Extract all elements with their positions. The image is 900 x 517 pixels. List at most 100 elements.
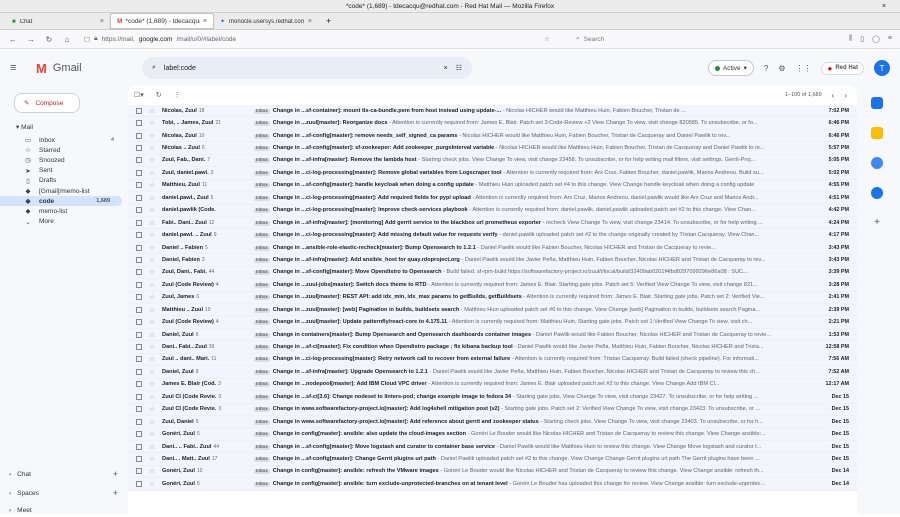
star-icon[interactable]: ☆	[142, 244, 162, 252]
tasks-icon[interactable]	[871, 157, 883, 169]
star-icon[interactable]: ☆	[142, 256, 162, 264]
email-row[interactable]: ☆ Daniel .. Fabien 5 Inbox Change in ...an…	[128, 241, 857, 255]
star-icon[interactable]: ☆	[142, 306, 162, 314]
bookmark-star-icon[interactable]: ☆	[544, 35, 550, 43]
star-icon[interactable]: ☆	[142, 480, 162, 488]
email-row[interactable]: ☆ Gonéri, Zuul 10 Inbox Change in config[m…	[128, 465, 857, 479]
sidebar-item-sent[interactable]: ➤ Sent	[0, 166, 126, 176]
email-row[interactable]: ☆ Dani.. Fabi.. Zuul 39 Inbox Change in ..…	[128, 341, 857, 354]
sidebar-item-gmail-memo-list[interactable]: ◆ [Gmail]/memo-list	[0, 186, 126, 196]
close-tab-icon[interactable]: ×	[308, 18, 312, 25]
star-icon[interactable]: ☆	[142, 430, 162, 438]
home-icon[interactable]: ⌂	[62, 35, 72, 44]
meet-section[interactable]: › Meet	[0, 503, 126, 517]
compose-button[interactable]: ✎ Compose	[14, 93, 80, 113]
email-row[interactable]: ☆ Dani.. .. Fabi.. Zuul 44 Inbox Change in…	[128, 440, 857, 454]
email-row[interactable]: ☆ daniel.pawlik (Code. Inbox Change in ..…	[128, 204, 857, 217]
email-row[interactable]: ☆ Matthieu .. Zuul 10 Inbox Change in ...z…	[128, 304, 857, 317]
email-row[interactable]: ☆ Zuul (Code Review) 4 Inbox Change in ...…	[128, 279, 857, 292]
help-icon[interactable]: ?	[764, 64, 768, 73]
browser-search-field[interactable]: ⌕ Search	[576, 33, 786, 46]
settings-gear-icon[interactable]: ⚙	[778, 64, 785, 73]
clear-search-icon[interactable]: ×	[444, 65, 448, 72]
star-icon[interactable]: ☆	[142, 169, 162, 177]
email-row[interactable]: ☆ Gonéri, Zuul 5 Inbox Change in config[ma…	[128, 428, 857, 441]
add-chat-icon[interactable]: +	[113, 469, 118, 479]
sidebar-item-starred[interactable]: ☆ Starred	[0, 145, 126, 155]
star-icon[interactable]: ☆	[142, 206, 162, 214]
star-icon[interactable]: ☆	[142, 144, 162, 152]
star-icon[interactable]: ☆	[142, 418, 162, 426]
star-icon[interactable]: ☆	[142, 119, 162, 127]
star-icon[interactable]: ☆	[142, 467, 162, 475]
prev-page-icon[interactable]: ‹	[832, 91, 835, 100]
sidebar-item-code[interactable]: ◆ code 1,689	[0, 196, 122, 207]
calendar-icon[interactable]	[871, 97, 883, 109]
star-icon[interactable]: ☆	[142, 455, 162, 463]
email-row[interactable]: ☆ daniel.pawl., Zuul 5 Inbox Change in ...…	[128, 192, 857, 205]
email-row[interactable]: ☆ Zuul .. dani.. Mari. 11 Inbox Change in …	[128, 353, 857, 367]
star-icon[interactable]: ☆	[142, 231, 162, 239]
close-tab-icon[interactable]: ×	[100, 18, 104, 25]
status-dropdown[interactable]: Active ▾	[707, 60, 754, 76]
add-space-icon[interactable]: +	[113, 488, 118, 498]
email-row[interactable]: ☆ Nicolas .. Zuul 6 Inbox Change in ...sf-…	[128, 142, 857, 155]
star-icon[interactable]: ☆	[142, 343, 162, 351]
email-row[interactable]: ☆ Fabi.. Dani.. Zuul 12 Inbox Change in ..…	[128, 216, 857, 230]
star-icon[interactable]: ☆	[142, 380, 162, 388]
sidebar-item-memo-list[interactable]: ◆ memo-list	[0, 206, 126, 216]
email-row[interactable]: ☆ Matthieu, Zuul 11 Inbox Change in ...sf-…	[128, 179, 857, 193]
sidebar-item-more[interactable]: ⌄ More	[0, 217, 126, 227]
email-row[interactable]: ☆ Gonéri, Zuul 6 Inbox Change in config[ma…	[128, 478, 857, 491]
email-row[interactable]: ☆ Zuul, daniel.pawl. 3 Inbox Change in ...…	[128, 167, 857, 180]
email-row[interactable]: ☆ James E. Blair (Cod. 3 Inbox Change in .…	[128, 378, 857, 392]
email-row[interactable]: ☆ Nicolas, Zuul 10 Inbox Change in ...sf-c…	[128, 129, 857, 143]
search-icon[interactable]: ⌕	[152, 64, 156, 72]
email-row[interactable]: ☆ Tobi, .. James, Zuul 21 Inbox Change in …	[128, 117, 857, 130]
avatar[interactable]: T	[874, 60, 890, 76]
profile-icon[interactable]: ◯	[872, 35, 880, 43]
new-tab-button[interactable]: +	[318, 14, 339, 29]
spaces-section[interactable]: › Spaces +	[0, 486, 126, 500]
more-options-icon[interactable]: ⋮	[174, 91, 181, 99]
star-icon[interactable]: ☆	[142, 281, 162, 289]
email-row[interactable]: ☆ Zuul, James 6 Inbox Change in ...zuul[ma…	[128, 291, 857, 304]
library-icon[interactable]: ⫼	[849, 35, 852, 43]
hamburger-menu-icon[interactable]: ≡	[10, 62, 30, 74]
star-icon[interactable]: ☆	[142, 443, 162, 451]
email-row[interactable]: ☆ Daniel, Zuul 8 Inbox Change in ...sf-inf…	[128, 366, 857, 379]
next-page-icon[interactable]: ›	[844, 91, 847, 100]
contacts-icon[interactable]	[871, 187, 883, 199]
chat-section[interactable]: › Chat +	[0, 467, 126, 481]
tab-gmail[interactable]: M *code* (1,689) - tdecacqu@r ×	[110, 13, 214, 29]
keep-icon[interactable]	[871, 127, 883, 139]
star-icon[interactable]: ☆	[142, 393, 162, 401]
sidebar-icon[interactable]: ▯	[860, 35, 864, 43]
star-icon[interactable]: ☆	[142, 293, 162, 301]
add-addon-icon[interactable]: +	[871, 217, 883, 229]
star-icon[interactable]: ☆	[142, 331, 162, 339]
star-icon[interactable]: ☆	[142, 132, 162, 140]
sidebar-item-drafts[interactable]: ▯ Drafts	[0, 176, 126, 186]
org-badge[interactable]: ● Red Hat	[821, 61, 864, 75]
star-icon[interactable]: ☆	[142, 156, 162, 164]
url-field[interactable]: ▢ 🔒︎ https://mail. google.com/mail/u/0/#lab…	[80, 33, 550, 46]
email-row[interactable]: ☆ Daniel, Fabien 3 Inbox Change in ...sf-i…	[128, 254, 857, 267]
star-icon[interactable]: ☆	[142, 318, 162, 326]
apps-grid-icon[interactable]: ⋮⋮	[795, 64, 811, 73]
sidebar-item-snoozed[interactable]: ◷ Snoozed	[0, 155, 126, 165]
email-row[interactable]: ☆ Zuul, Dani.. Fabi. 44 Inbox Change in ..…	[128, 266, 857, 280]
select-all-checkbox[interactable]: ☐▾	[134, 91, 144, 99]
gmail-logo[interactable]: M Gmail	[36, 61, 122, 76]
reload-icon[interactable]: ↻	[44, 35, 54, 44]
refresh-icon[interactable]: ↻	[156, 91, 162, 99]
filter-options-icon[interactable]: ☷	[456, 64, 462, 72]
star-icon[interactable]: ☆	[142, 368, 162, 376]
star-icon[interactable]: ☆	[142, 107, 162, 115]
tab-monocle[interactable]: ✦ monocle.usersys.redhat.com ×	[214, 14, 318, 29]
star-icon[interactable]: ☆	[142, 219, 162, 227]
star-icon[interactable]: ☆	[142, 355, 162, 363]
tab-chat[interactable]: ■ Chat ×	[6, 14, 110, 29]
email-row[interactable]: ☆ Zuul, Daniel 5 Inbox Change in www.softw…	[128, 415, 857, 429]
email-row[interactable]: ☆ Zuul (Code Review) 4 Inbox Change in ...…	[128, 316, 857, 329]
